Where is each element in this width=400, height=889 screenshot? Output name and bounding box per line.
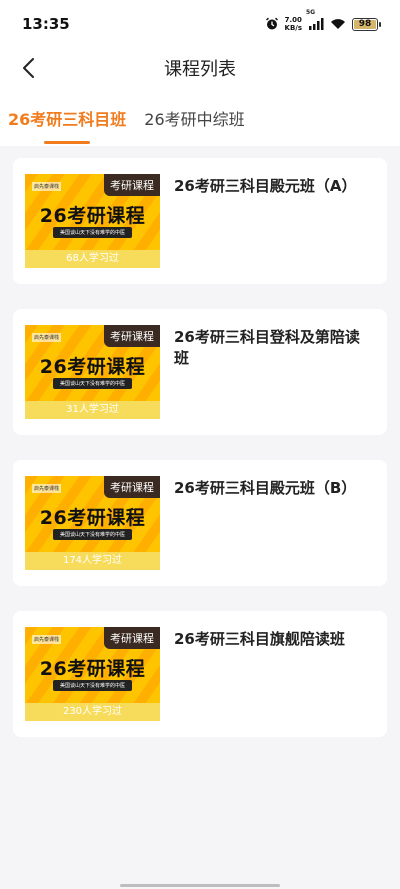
course-thumbnail: 启先泰课栈 考研课程 26考研课程 美国谈山天下没有难学的中医 68人学习过 bbox=[25, 174, 160, 268]
course-title: 26考研三科目旗舰陪读班 bbox=[174, 630, 345, 648]
alarm-icon bbox=[265, 17, 278, 30]
thumbnail-slogan: 美国谈山天下没有难学的中医 bbox=[53, 378, 132, 389]
thumbnail-banner: 26考研课程 bbox=[39, 507, 146, 529]
course-thumbnail: 启先泰课栈 考研课程 26考研课程 美国谈山天下没有难学的中医 31人学习过 bbox=[25, 325, 160, 419]
course-thumbnail: 启先泰课栈 考研课程 26考研课程 美国谈山天下没有难学的中医 230人学习过 bbox=[25, 627, 160, 721]
home-indicator[interactable] bbox=[120, 884, 280, 887]
thumbnail-logo: 启先泰课栈 bbox=[32, 484, 62, 493]
top-bar: 课程列表 bbox=[0, 48, 400, 88]
learner-count: 68人学习过 bbox=[25, 250, 160, 268]
battery-level: 98 bbox=[358, 19, 372, 29]
thumbnail-slogan: 美国谈山天下没有难学的中医 bbox=[53, 227, 132, 238]
course-tag: 考研课程 bbox=[104, 476, 160, 498]
status-icons: 7.00 KB/s 5G 98 bbox=[265, 9, 381, 34]
battery-icon: 98 bbox=[352, 17, 381, 31]
thumbnail-banner: 26考研课程 bbox=[39, 658, 146, 680]
thumbnail-slogan: 美国谈山天下没有难学的中医 bbox=[53, 680, 132, 691]
course-card[interactable]: 启先泰课栈 考研课程 26考研课程 美国谈山天下没有难学的中医 174人学习过 … bbox=[13, 460, 387, 586]
net-speed-value: 7.00 bbox=[284, 16, 302, 24]
course-title: 26考研三科目登科及第陪读班 bbox=[174, 328, 360, 367]
course-title: 26考研三科目殿元班（A） bbox=[174, 177, 357, 195]
net-speed-unit: KB/s bbox=[284, 24, 302, 32]
course-tag: 考研课程 bbox=[104, 627, 160, 649]
thumbnail-banner: 26考研课程 bbox=[39, 356, 146, 378]
course-tag: 考研课程 bbox=[104, 174, 160, 196]
thumbnail-logo: 启先泰课栈 bbox=[32, 635, 62, 644]
back-button[interactable] bbox=[14, 54, 42, 82]
thumbnail-slogan: 美国谈山天下没有难学的中医 bbox=[53, 529, 132, 540]
course-tag: 考研课程 bbox=[104, 325, 160, 347]
wifi-icon bbox=[331, 19, 345, 29]
signal-icon bbox=[309, 17, 324, 30]
tab-bar: 26考研三科目班 26考研中综班 bbox=[0, 88, 400, 146]
page-title: 课程列表 bbox=[164, 59, 236, 80]
course-card[interactable]: 启先泰课栈 考研课程 26考研课程 美国谈山天下没有难学的中医 230人学习过 … bbox=[13, 611, 387, 737]
status-bar: 13:35 7.00 KB/s 5G 98 bbox=[0, 0, 400, 48]
learner-count: 230人学习过 bbox=[25, 703, 160, 721]
tab-comprehensive[interactable]: 26考研中综班 bbox=[144, 88, 244, 146]
thumbnail-logo: 启先泰课栈 bbox=[32, 333, 62, 342]
learner-count: 31人学习过 bbox=[25, 401, 160, 419]
course-card[interactable]: 启先泰课栈 考研课程 26考研课程 美国谈山天下没有难学的中医 31人学习过 2… bbox=[13, 309, 387, 435]
thumbnail-banner: 26考研课程 bbox=[39, 205, 146, 227]
course-thumbnail: 启先泰课栈 考研课程 26考研课程 美国谈山天下没有难学的中医 174人学习过 bbox=[25, 476, 160, 570]
learner-count: 174人学习过 bbox=[25, 552, 160, 570]
thumbnail-logo: 启先泰课栈 bbox=[32, 182, 62, 191]
status-time: 13:35 bbox=[22, 15, 70, 33]
course-card[interactable]: 启先泰课栈 考研课程 26考研课程 美国谈山天下没有难学的中医 68人学习过 2… bbox=[13, 158, 387, 284]
network-type: 5G bbox=[306, 8, 316, 16]
signal-indicator: 5G bbox=[306, 9, 324, 34]
net-speed: 7.00 KB/s bbox=[285, 16, 302, 32]
chevron-left-icon bbox=[23, 58, 34, 78]
course-title: 26考研三科目殿元班（B） bbox=[174, 479, 357, 497]
tab-three-subjects[interactable]: 26考研三科目班 bbox=[8, 88, 126, 146]
course-list: 启先泰课栈 考研课程 26考研课程 美国谈山天下没有难学的中医 68人学习过 2… bbox=[13, 158, 387, 762]
